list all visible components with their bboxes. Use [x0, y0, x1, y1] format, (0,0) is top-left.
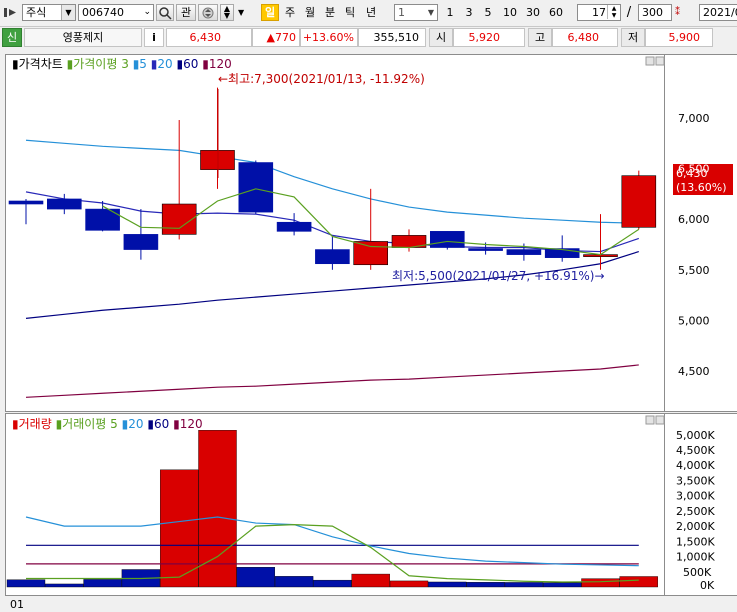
- low-label: 저: [621, 28, 645, 47]
- price-chart-panel: [5, 54, 665, 412]
- period-month-button[interactable]: 월: [301, 4, 319, 21]
- credit-badge: 신: [2, 28, 22, 47]
- stock-info-bar: 신 영풍제지 i 6,430 ▲770 +13.60% 355,510 시 5,…: [0, 27, 737, 48]
- open-label: 시: [429, 28, 453, 47]
- period-minute-button[interactable]: 분: [321, 4, 339, 21]
- search-icon: [159, 7, 172, 20]
- interval-30-button[interactable]: 30: [523, 4, 543, 21]
- period-week-button[interactable]: 주: [281, 4, 299, 21]
- updown-icon: [202, 7, 214, 19]
- view-count-input[interactable]: 17 ▲ ▼: [577, 4, 621, 21]
- volume-chart-panel: [5, 413, 665, 596]
- price-axis-panel: [665, 54, 737, 412]
- high-price: 6,480: [552, 28, 618, 47]
- view-count-value: 17: [592, 6, 606, 19]
- volume-axis-panel: [665, 413, 737, 596]
- interval-10-button[interactable]: 10: [500, 4, 520, 21]
- scroll-up-down-button[interactable]: [198, 4, 218, 21]
- toolbar: 주식 ▼ 006740 ⌄ 관 ▲ ▼ ▼ 일 주 월 분 틱 년 1 ▼ 1 3…: [0, 0, 737, 27]
- current-price: 6,430: [166, 28, 252, 47]
- info-icon[interactable]: i: [144, 28, 164, 47]
- market-type-value: 주식: [26, 6, 47, 19]
- interval-1-button[interactable]: 1: [443, 4, 457, 21]
- price-change: ▲770: [252, 28, 300, 47]
- count-separator: /: [626, 5, 632, 20]
- chevron-down-icon: ▼: [61, 5, 75, 20]
- grid-toggle-icon[interactable]: ⁑: [675, 4, 689, 21]
- spin-icon: ▲ ▼: [607, 5, 620, 19]
- chevron-down-icon: ⌄: [143, 7, 151, 17]
- stock-code-input[interactable]: 006740 ⌄: [78, 4, 154, 21]
- period-tick-button[interactable]: 틱: [341, 4, 359, 21]
- period-day-button[interactable]: 일: [261, 4, 279, 21]
- search-button[interactable]: [156, 4, 174, 21]
- period-year-button[interactable]: 년: [362, 4, 380, 21]
- interval-60-button[interactable]: 60: [546, 4, 566, 21]
- stock-name: 영풍제지: [24, 28, 142, 47]
- open-price: 5,920: [453, 28, 525, 47]
- x-axis-label: 01: [10, 598, 24, 611]
- dropdown-arrow-icon[interactable]: ▼: [238, 4, 248, 21]
- low-price: 5,900: [645, 28, 713, 47]
- date-value: 2021/0: [703, 6, 737, 19]
- trade-volume: 355,510: [358, 28, 426, 47]
- total-count-input[interactable]: 300: [638, 4, 672, 21]
- gwan-button[interactable]: 관: [176, 4, 196, 21]
- stock-code-value: 006740: [82, 6, 124, 19]
- date-input[interactable]: 2021/0: [699, 4, 737, 21]
- spin-button[interactable]: ▲ ▼: [220, 4, 234, 21]
- change-percent: +13.60%: [300, 28, 358, 47]
- chevron-down-icon: ▼: [427, 8, 435, 17]
- chart-type-icon[interactable]: [3, 5, 19, 20]
- high-label: 고: [528, 28, 552, 47]
- interval-5-button[interactable]: 5: [481, 4, 495, 21]
- interval-value: 1: [398, 6, 405, 19]
- market-type-select[interactable]: 주식 ▼: [22, 4, 76, 21]
- total-count-value: 300: [642, 6, 663, 19]
- interval-3-button[interactable]: 3: [462, 4, 476, 21]
- interval-select[interactable]: 1 ▼: [394, 4, 438, 21]
